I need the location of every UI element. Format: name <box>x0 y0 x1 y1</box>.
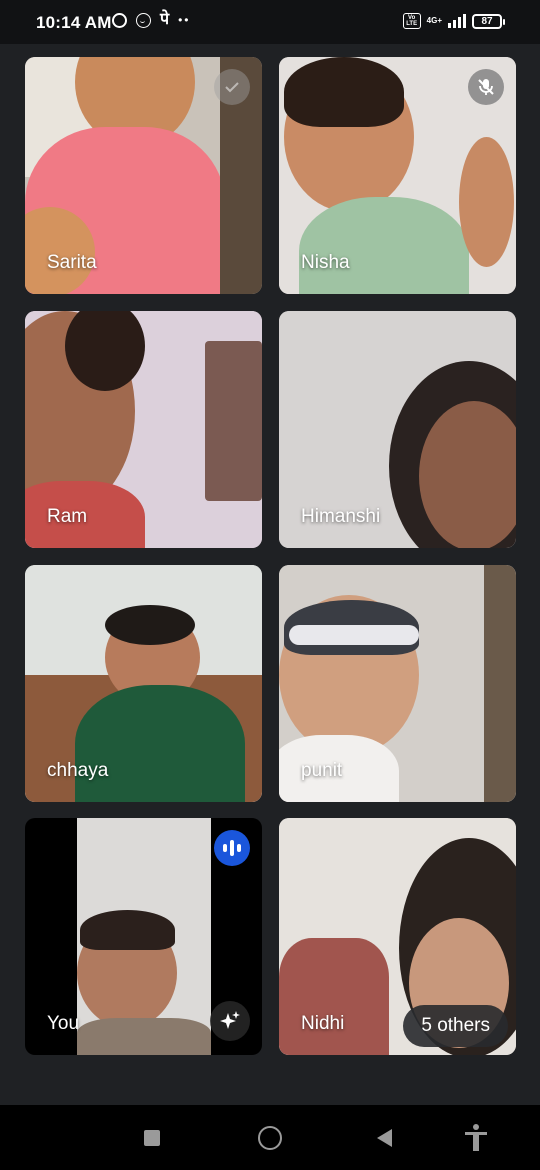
participant-name: Nidhi <box>301 1013 345 1034</box>
volte-icon: Vo LTE <box>402 13 421 29</box>
battery-icon: 87 <box>472 13 505 29</box>
participant-name: punit <box>301 760 343 781</box>
others-button[interactable]: 5 others <box>403 1005 508 1047</box>
home-icon[interactable] <box>258 1126 282 1150</box>
accessibility-icon[interactable] <box>462 1123 490 1153</box>
status-bar: 10:14 AM पे •• Vo LTE 4G+ 87 <box>0 0 540 44</box>
phonepe-icon: पे <box>160 11 170 28</box>
clock: 10:14 AM <box>36 13 112 32</box>
system-icons: Vo LTE 4G+ 87 <box>402 13 505 29</box>
others-label: 5 others <box>421 1015 490 1036</box>
emoji-app-icon <box>136 12 151 28</box>
mic-off-icon <box>468 69 504 105</box>
participant-tile-nidhi[interactable]: Nidhi 5 others <box>279 818 516 1055</box>
participant-name: chhaya <box>47 760 109 781</box>
back-icon[interactable] <box>377 1129 392 1147</box>
sparkle-icon[interactable] <box>210 1001 250 1041</box>
participant-name: Ram <box>47 506 88 527</box>
participant-name: You <box>47 1013 80 1034</box>
participant-name: Himanshi <box>301 506 381 527</box>
recents-icon[interactable] <box>144 1130 160 1146</box>
participant-tile-nisha[interactable]: Nisha <box>279 57 516 294</box>
mic-off-icon <box>214 69 250 105</box>
network-type-icon: 4G+ <box>427 17 442 25</box>
participant-name: Sarita <box>47 252 97 273</box>
participant-tile-sarita[interactable]: Sarita <box>25 57 262 294</box>
audio-level-icon <box>214 830 250 866</box>
participant-tile-chhaya[interactable]: chhaya <box>25 565 262 802</box>
system-nav-bar <box>0 1105 540 1170</box>
more-notifications-icon: •• <box>178 13 191 27</box>
participant-tile-himanshi[interactable]: Himanshi <box>279 311 516 548</box>
participant-tile-ram[interactable]: Ram <box>25 311 262 548</box>
participant-tile-punit[interactable]: punit <box>279 565 516 802</box>
participant-tile-self[interactable]: You <box>25 818 262 1055</box>
participant-name: Nisha <box>301 252 350 273</box>
signal-icon <box>448 14 466 28</box>
notification-icons: पे •• <box>112 12 191 28</box>
whatsapp-icon <box>112 12 127 28</box>
battery-level: 87 <box>481 15 493 27</box>
network-type-label: 4G+ <box>426 16 442 25</box>
